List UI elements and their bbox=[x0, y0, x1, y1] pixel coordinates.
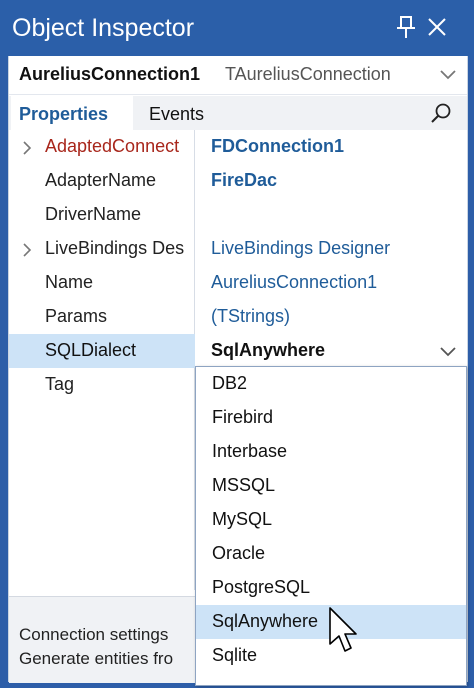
dropdown-option[interactable]: DB2 bbox=[196, 367, 466, 401]
property-value[interactable]: (TStrings) bbox=[211, 306, 290, 327]
chevron-down-icon[interactable] bbox=[439, 68, 457, 86]
dropdown-option[interactable]: Oracle bbox=[196, 537, 466, 571]
property-row-sqldialect[interactable]: SQLDialect SqlAnywhere bbox=[9, 334, 467, 368]
object-selector[interactable]: AureliusConnection1 TAureliusConnection bbox=[9, 56, 467, 95]
option-label: Oracle bbox=[212, 543, 266, 563]
property-row-name[interactable]: Name AureliusConnection1 bbox=[9, 266, 467, 300]
tab-bar: Properties Events bbox=[9, 96, 467, 130]
description-line-2: Generate entities fro bbox=[19, 649, 174, 668]
option-label: MySQL bbox=[212, 509, 273, 529]
object-type: TAureliusConnection bbox=[225, 64, 391, 84]
property-name: Tag bbox=[45, 374, 75, 394]
tab-properties[interactable]: Properties bbox=[11, 96, 133, 130]
search-icon[interactable] bbox=[429, 102, 453, 131]
property-name: LiveBindings Des bbox=[45, 238, 185, 258]
option-label: Sqlite bbox=[212, 645, 258, 665]
property-value[interactable]: FireDac bbox=[211, 170, 277, 191]
property-value[interactable]: FDConnection1 bbox=[211, 136, 344, 157]
dropdown-option[interactable]: MSSQL bbox=[196, 469, 466, 503]
property-name: Name bbox=[45, 272, 94, 292]
property-value[interactable]: SqlAnywhere bbox=[211, 340, 325, 361]
option-label: DB2 bbox=[212, 373, 248, 393]
pin-icon[interactable] bbox=[394, 14, 418, 42]
close-icon[interactable] bbox=[426, 16, 448, 38]
property-value[interactable]: AureliusConnection1 bbox=[211, 272, 377, 293]
property-row-adaptedconnection[interactable]: AdaptedConnect FDConnection1 bbox=[9, 130, 467, 164]
property-row-params[interactable]: Params (TStrings) bbox=[9, 300, 467, 334]
dropdown-option[interactable]: Interbase bbox=[196, 435, 466, 469]
property-value[interactable]: LiveBindings Designer bbox=[211, 238, 390, 259]
title-bar[interactable]: Object Inspector bbox=[0, 0, 474, 58]
option-label: SqlAnywhere bbox=[212, 611, 319, 631]
property-name: DriverName bbox=[45, 204, 142, 224]
dropdown-option[interactable]: Firebird bbox=[196, 401, 466, 435]
property-name: SQLDialect bbox=[45, 340, 137, 360]
property-row-drivername[interactable]: DriverName bbox=[9, 198, 467, 232]
description-line-1: Connection settings bbox=[19, 625, 169, 644]
object-inspector-window: Object Inspector AureliusConnection1 TAu… bbox=[0, 0, 474, 688]
chevron-down-icon[interactable] bbox=[439, 345, 457, 363]
property-name: AdapterName bbox=[45, 170, 157, 190]
window-title: Object Inspector bbox=[12, 14, 195, 42]
tab-events[interactable]: Events bbox=[141, 96, 221, 130]
property-name: AdaptedConnect bbox=[45, 136, 180, 156]
option-label: Interbase bbox=[212, 441, 288, 461]
property-row-adaptername[interactable]: AdapterName FireDac bbox=[9, 164, 467, 198]
option-label: MSSQL bbox=[212, 475, 276, 495]
property-name: Params bbox=[45, 306, 108, 326]
dropdown-option[interactable]: MySQL bbox=[196, 503, 466, 537]
mouse-cursor-icon bbox=[328, 606, 358, 659]
object-name: AureliusConnection1 bbox=[19, 64, 201, 84]
dropdown-option[interactable]: PostgreSQL bbox=[196, 571, 466, 605]
option-label: PostgreSQL bbox=[212, 577, 311, 597]
option-label: Firebird bbox=[212, 407, 274, 427]
expand-chevron-icon[interactable] bbox=[21, 242, 33, 263]
property-row-livebindings[interactable]: LiveBindings Des LiveBindings Designer bbox=[9, 232, 467, 266]
expand-chevron-icon[interactable] bbox=[21, 140, 33, 161]
